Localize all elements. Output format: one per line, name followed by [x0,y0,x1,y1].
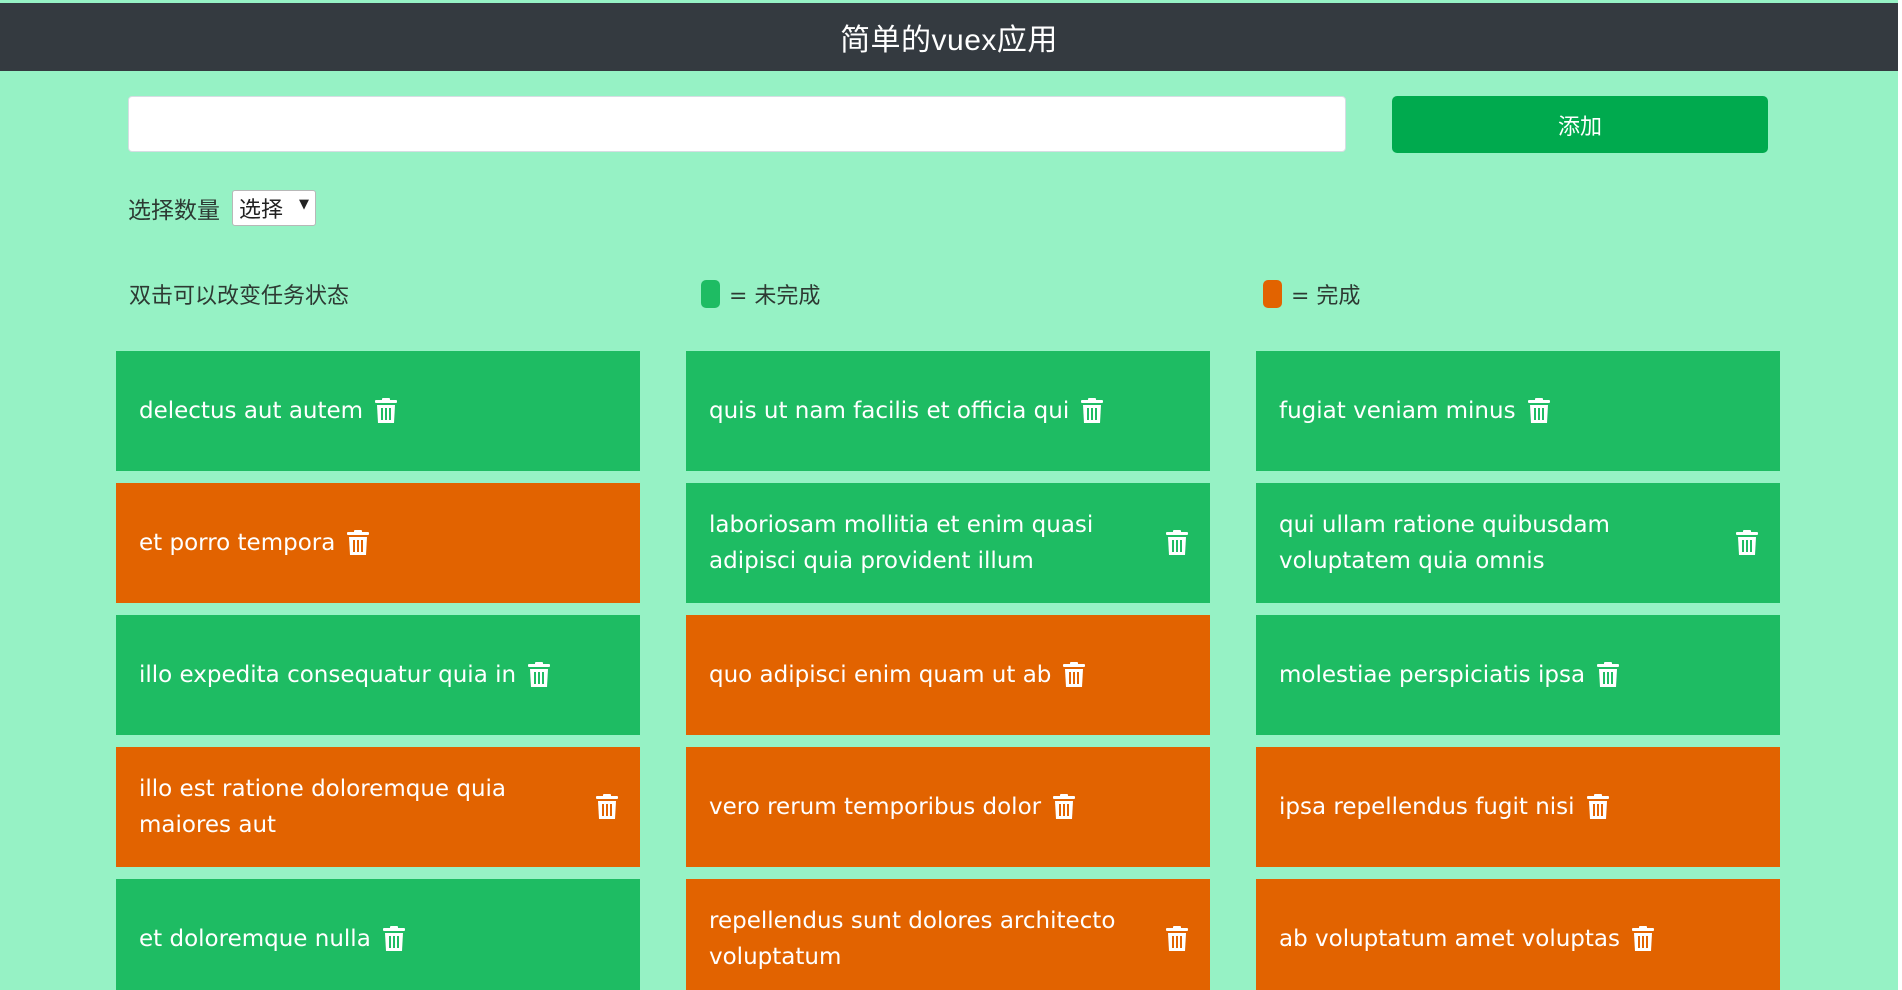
trash-icon[interactable] [1736,530,1758,556]
trash-icon[interactable] [1166,926,1188,952]
todo-item[interactable]: ipsa repellendus fugit nisi [1256,747,1780,867]
todo-title: quo adipisci enim quam ut ab [709,662,1052,688]
todo-item[interactable]: quis ut nam facilis et officia qui [686,351,1210,471]
trash-icon[interactable] [1063,662,1086,688]
count-filter: 选择数量 选择 ▼ [128,189,316,227]
todo-title: delectus aut autem [139,398,364,424]
new-todo-input[interactable] [128,96,1346,152]
trash-icon[interactable] [375,398,398,424]
page-title: 简单的vuex应用 [840,24,1058,57]
todo-title: illo est ratione doloremque quia maiores… [139,776,507,838]
todo-title: ab voluptatum amet voluptas [1279,926,1621,952]
todo-title: quis ut nam facilis et officia qui [709,398,1070,424]
todo-item[interactable]: quo adipisci enim quam ut ab [686,615,1210,735]
trash-icon[interactable] [596,794,618,820]
todo-item[interactable]: delectus aut autem [116,351,640,471]
trash-icon[interactable] [1597,662,1620,688]
todo-item[interactable]: et doloremque nulla [116,879,640,990]
legend-complete: = 完成 [1263,276,1360,312]
navbar: 简单的vuex应用 [0,3,1898,71]
legend-complete-swatch [1263,280,1282,308]
todo-app: 简单的vuex应用 添加 选择数量 选择 ▼ 双击可以改变任务状态 = 未完成 … [0,0,1898,990]
todo-item[interactable]: et porro tempora [116,483,640,603]
legend-incomplete: = 未完成 [701,276,820,312]
todo-item[interactable]: illo expedita consequatur quia in [116,615,640,735]
todo-list: delectus aut autem quis ut nam facilis et… [116,351,1780,990]
todo-title: fugiat veniam minus [1279,398,1516,424]
todo-item[interactable]: vero rerum temporibus dolor [686,747,1210,867]
count-filter-label: 选择数量 [128,198,220,224]
viewport-right-border [1898,0,1902,990]
trash-icon[interactable] [382,926,405,952]
todo-title: vero rerum temporibus dolor [709,794,1042,820]
legend-incomplete-swatch [701,280,720,308]
todo-title: et porro tempora [139,530,336,556]
trash-icon[interactable] [1632,926,1655,952]
todo-item[interactable]: fugiat veniam minus [1256,351,1780,471]
trash-icon[interactable] [1586,794,1609,820]
todo-item[interactable]: repellendus sunt dolores architecto volu… [686,879,1210,990]
trash-icon[interactable] [528,662,551,688]
todo-title: laboriosam mollitia et enim quasi adipis… [709,512,1094,574]
add-todo-button[interactable]: 添加 [1392,96,1768,153]
trash-icon[interactable] [1166,530,1188,556]
todo-item[interactable]: laboriosam mollitia et enim quasi adipis… [686,483,1210,603]
count-select[interactable]: 选择 ▼ [232,190,316,226]
legend-complete-label: = 完成 [1291,284,1361,309]
legend-incomplete-label: = 未完成 [729,284,821,309]
trash-icon[interactable] [1053,794,1076,820]
todo-title: qui ullam ratione quibusdam voluptatem q… [1279,512,1610,574]
todo-title: molestiae perspiciatis ipsa [1279,662,1586,688]
caret-down-icon: ▼ [299,196,309,212]
todo-title: illo expedita consequatur quia in [139,662,517,688]
browser-viewport: 简单的vuex应用 添加 选择数量 选择 ▼ 双击可以改变任务状态 = 未完成 … [0,0,1902,990]
trash-icon[interactable] [1081,398,1104,424]
todo-item[interactable]: ab voluptatum amet voluptas [1256,879,1780,990]
count-select-value: 选择 [239,198,284,223]
status-hint-text: 双击可以改变任务状态 [129,284,350,309]
trash-icon[interactable] [347,530,370,556]
todo-title: et doloremque nulla [139,926,371,952]
todo-title: ipsa repellendus fugit nisi [1279,794,1575,820]
todo-item[interactable]: qui ullam ratione quibusdam voluptatem q… [1256,483,1780,603]
todo-item[interactable]: illo est ratione doloremque quia maiores… [116,747,640,867]
status-hint: 双击可以改变任务状态 [129,276,349,312]
todo-item[interactable]: molestiae perspiciatis ipsa [1256,615,1780,735]
todo-title: repellendus sunt dolores architecto volu… [709,908,1116,970]
trash-icon[interactable] [1527,398,1550,424]
